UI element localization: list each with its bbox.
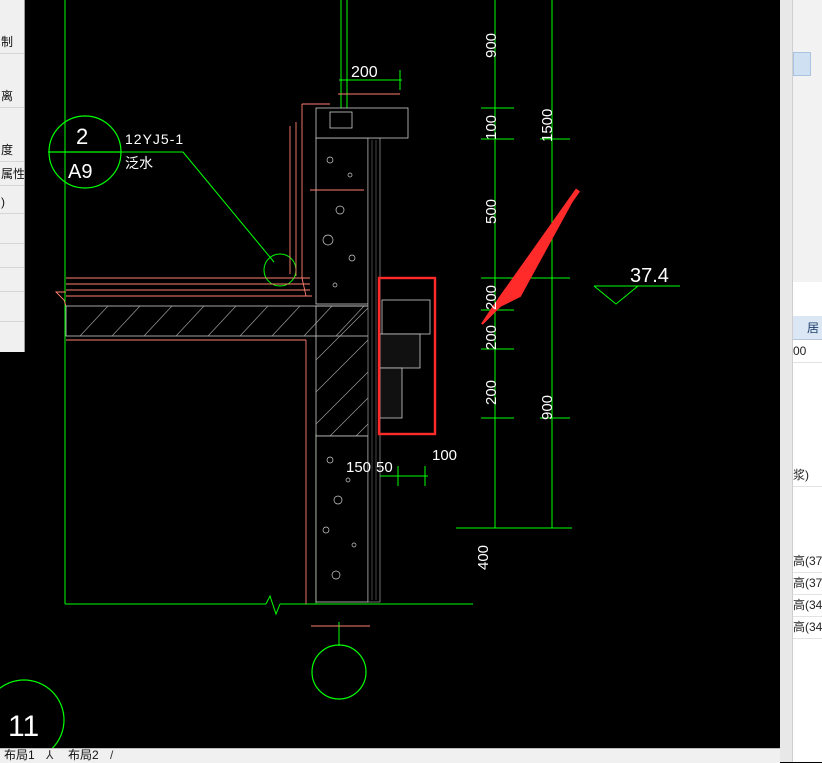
- dim-v-900-bottom: 900: [539, 395, 556, 420]
- right-panel-header: 居: [793, 316, 822, 340]
- properties-panel: 制 离 度 属性 ): [0, 0, 25, 352]
- tab-layout-2[interactable]: 布局2: [68, 748, 99, 762]
- dim-v-200-a: 200: [483, 285, 500, 310]
- dim-top-width: 200: [351, 64, 378, 81]
- dim-v-1500: 1500: [539, 109, 556, 142]
- right-panel-button[interactable]: [793, 52, 811, 76]
- panel-item-5[interactable]: ): [0, 190, 24, 214]
- tab-separator: /: [110, 748, 114, 762]
- vertical-scrollbar[interactable]: [780, 0, 793, 762]
- right-properties-panel: 居 00 浆) 高(37 高(37 高(34 高(34: [780, 0, 822, 762]
- layout-tabbar: 布局1 ⅄ 布局2 /: [0, 748, 780, 763]
- right-panel-toolbar: [793, 0, 822, 282]
- detail-sheet: A9: [68, 161, 92, 183]
- right-panel-row[interactable]: 高(37: [793, 572, 822, 595]
- right-panel-row[interactable]: 高(37: [793, 550, 822, 573]
- detail-number: 2: [76, 124, 88, 149]
- axis-bubble-icon: [311, 644, 367, 700]
- elevation-value: 37.4: [630, 265, 669, 287]
- tab-layout-1[interactable]: 布局1: [4, 748, 35, 762]
- dim-bottom-right: 100: [432, 447, 457, 464]
- detail-name: 泛水: [125, 155, 153, 171]
- panel-item-9[interactable]: [0, 298, 24, 322]
- dim-v-900-top: 900: [483, 33, 500, 58]
- panel-item-8[interactable]: [0, 268, 24, 292]
- axis-label: 11: [8, 710, 39, 743]
- dim-v-200-c: 200: [483, 380, 500, 405]
- tab-separator: ⅄: [46, 748, 54, 762]
- right-panel-label[interactable]: 浆): [793, 464, 822, 487]
- panel-item-3[interactable]: 度: [0, 138, 24, 162]
- detail-standard: 12YJ5-1: [125, 131, 184, 147]
- dim-v-500: 500: [483, 199, 500, 224]
- panel-item-6[interactable]: [0, 220, 24, 244]
- panel-item-4[interactable]: 属性: [0, 162, 24, 186]
- cad-drawing-canvas[interactable]: 2 A9 12YJ5-1 泛水 200 150 50 100 37.4 11 9…: [0, 0, 780, 748]
- dim-v-200-b: 200: [483, 325, 500, 350]
- right-panel-row[interactable]: 高(34: [793, 616, 822, 639]
- right-panel-row[interactable]: 高(34: [793, 594, 822, 617]
- panel-item-1[interactable]: 制: [0, 30, 24, 54]
- panel-item-7[interactable]: [0, 244, 24, 268]
- dim-400: 400: [475, 545, 492, 570]
- dim-bottom-left: 150: [346, 459, 371, 476]
- right-panel-value[interactable]: 00: [793, 340, 822, 363]
- dim-bottom-mid: 50: [376, 459, 393, 476]
- panel-item-2[interactable]: 离: [0, 84, 24, 108]
- dim-v-100: 100: [483, 115, 500, 140]
